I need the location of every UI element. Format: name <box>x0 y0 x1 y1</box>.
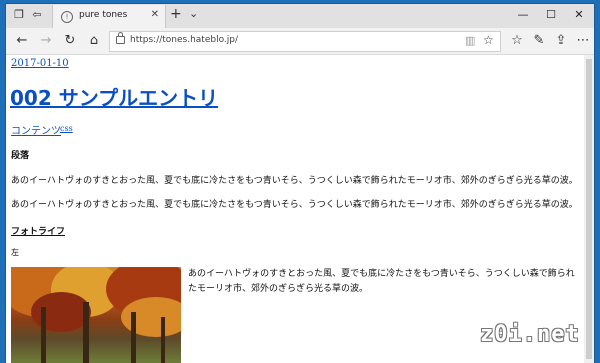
more-icon[interactable]: ⋯ <box>575 33 591 49</box>
section-heading-paragraph: 段落 <box>11 151 30 161</box>
address-bar[interactable]: https://tones.hateblo.jp/ ▥ ☆ <box>109 31 501 52</box>
tab-pure-tones[interactable]: ! pure tones ✕ <box>52 5 166 28</box>
back-arrow-icon[interactable]: ← <box>14 33 30 49</box>
url-text[interactable]: https://tones.hateblo.jp/ <box>130 35 238 45</box>
browser-window: ❐ ⇦ ! pure tones ✕ + ⌄ — ☐ ✕ ← → ↻ ⌂ htt… <box>6 4 594 363</box>
paragraph: あのイーハトヴォのすきとおった風、夏でも底に冷たさをもつ青いそら、うつくしい森で… <box>11 200 578 210</box>
lock-icon <box>116 32 125 44</box>
home-icon[interactable]: ⌂ <box>86 33 102 49</box>
minimize-button[interactable]: — <box>509 6 537 24</box>
star-icon[interactable]: ☆ <box>483 33 494 47</box>
refresh-icon[interactable]: ↻ <box>62 33 78 49</box>
share-icon[interactable]: ⇪ <box>553 33 569 49</box>
tab-list-chevron-icon[interactable]: ⌄ <box>189 7 198 20</box>
site-favicon-icon: ! <box>61 11 73 23</box>
maximize-button[interactable]: ☐ <box>537 6 565 24</box>
reading-view-icon[interactable]: ▥ <box>465 34 475 47</box>
photo-caption-text: あのイーハトヴォのすきとおった風、夏でも底に冷たさをもつ青いそら、うつくしい森で… <box>188 269 575 294</box>
set-aside-tabs-icon[interactable]: ⇦ <box>30 8 44 22</box>
pen-icon[interactable]: ✎ <box>531 33 547 49</box>
category-link-contents[interactable]: コンテンツ <box>11 122 61 137</box>
page-content: 2017-01-10 002 サンプルエントリ コンテンツ css 段落 あのイ… <box>6 55 584 363</box>
autumn-trees-photo <box>11 267 181 363</box>
paragraph: あのイーハトヴォのすきとおった風、夏でも底に冷たさをもつ青いそら、うつくしい森で… <box>11 176 578 186</box>
tab-close-icon[interactable]: ✕ <box>151 9 159 20</box>
navigation-bar: ← → ↻ ⌂ https://tones.hateblo.jp/ ▥ ☆ ☆ … <box>6 28 594 55</box>
new-tab-button[interactable]: + <box>170 6 182 22</box>
alignment-label: 左 <box>11 248 19 257</box>
entry-title-link[interactable]: 002 サンプルエントリ <box>10 82 218 111</box>
close-button[interactable]: ✕ <box>565 6 593 24</box>
tab-title: pure tones <box>79 10 128 20</box>
vertical-scrollbar[interactable] <box>584 55 594 363</box>
hub-icon[interactable]: ☆ <box>509 33 525 49</box>
category-link-css[interactable]: css <box>60 124 73 133</box>
scrollbar-thumb[interactable] <box>586 59 592 359</box>
tab-preview-icon[interactable]: ❐ <box>12 8 26 22</box>
entry-date-link[interactable]: 2017-01-10 <box>11 58 69 69</box>
section-heading-photolife: フォトライフ <box>11 227 66 237</box>
forward-arrow-icon[interactable]: → <box>38 33 54 49</box>
title-bar: ❐ ⇦ ! pure tones ✕ + ⌄ — ☐ ✕ <box>6 4 594 28</box>
watermark: z0i.net <box>480 322 580 347</box>
